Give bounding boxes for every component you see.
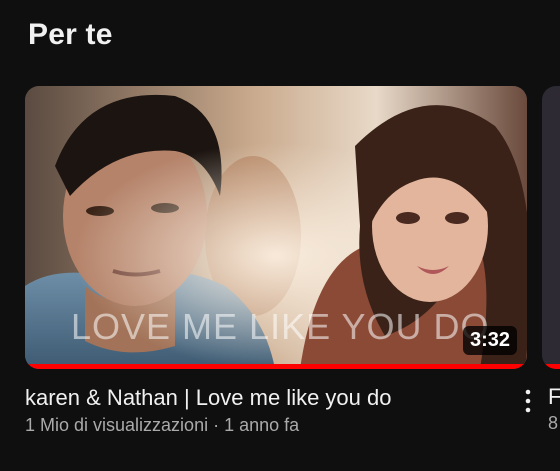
video-thumbnail[interactable]: LOVE ME LIKE YOU DO 3:32 bbox=[25, 86, 527, 369]
upload-age: 1 anno fa bbox=[224, 415, 300, 435]
video-meta[interactable]: karen & Nathan | Love me like you do 1 M… bbox=[25, 384, 515, 438]
watch-progress-fill bbox=[25, 364, 527, 369]
video-card[interactable]: LOVE ME LIKE YOU DO 3:32 karen & Nathan … bbox=[25, 86, 527, 435]
duration-badge: 3:32 bbox=[462, 326, 517, 355]
next-video-progress bbox=[542, 364, 560, 369]
video-title[interactable]: karen & Nathan | Love me like you do bbox=[25, 384, 515, 412]
next-video-thumbnail[interactable] bbox=[542, 86, 560, 369]
next-video-title[interactable]: F bbox=[548, 384, 560, 410]
section-title: Per te bbox=[28, 18, 113, 51]
meta-separator: · bbox=[213, 415, 220, 435]
more-options-button[interactable] bbox=[520, 388, 536, 414]
more-vert-icon bbox=[525, 389, 531, 413]
next-video-subtitle: 8 bbox=[548, 413, 559, 433]
watch-progress-track bbox=[25, 364, 527, 369]
thumbnail-overlay-text: LOVE ME LIKE YOU DO bbox=[71, 306, 490, 347]
video-subtitle: 1 Mio di visualizzazioni · 1 anno fa bbox=[25, 412, 515, 438]
view-count: 1 Mio di visualizzazioni bbox=[25, 415, 209, 435]
home-feed: Per te LOVE ME LIKE YOU DO 3:32 karen & … bbox=[0, 0, 560, 471]
